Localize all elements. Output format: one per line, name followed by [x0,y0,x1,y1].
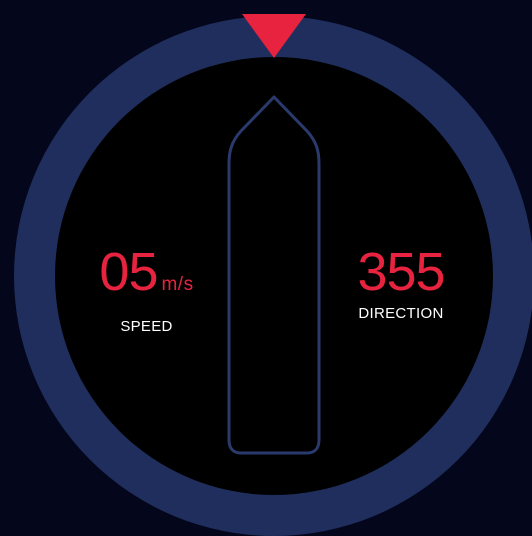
direction-readout: 355 DIRECTION [326,245,476,322]
direction-value: 355 [357,242,445,302]
speed-label: SPEED [120,318,173,335]
speed-value-line: 05 m/s [74,245,219,312]
speed-unit: m/s [161,274,194,295]
compass-display: 05 m/s SPEED 355 DIRECTION [0,0,532,536]
speed-readout: 05 m/s SPEED [74,245,219,335]
speed-value: 05 [99,242,158,302]
direction-label: DIRECTION [358,305,444,322]
